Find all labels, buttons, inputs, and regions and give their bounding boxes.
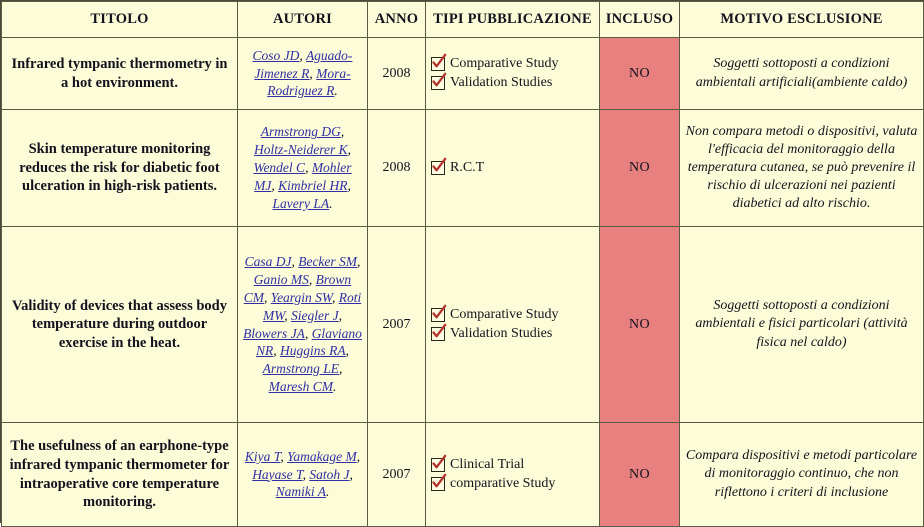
publication-type-item: Clinical Trial <box>431 454 594 475</box>
cell-exclusion-reason: Non compara metodi o dispositivi, valuta… <box>679 109 924 227</box>
checked-checkbox-icon[interactable] <box>431 454 447 473</box>
column-header-tipi: TIPI PUBBLICAZIONE <box>425 1 600 38</box>
table-row: The usefulness of an earphone-type infra… <box>1 422 924 527</box>
author-name: Becker SM <box>298 254 358 270</box>
author-name: Kimbriel HR <box>278 177 348 193</box>
publication-type-item: Comparative Study <box>431 304 594 325</box>
study-exclusion-table-sheet: TITOLO AUTORI ANNO TIPI PUBBLICAZIONE IN… <box>0 0 924 527</box>
author-name: Yeargin SW <box>270 289 332 305</box>
cell-authors: Casa DJ, Becker SM, Ganio MS, Brown CM, … <box>237 226 368 423</box>
publication-type-label: Validation Studies <box>450 74 553 90</box>
publication-type-label: R.C.T <box>450 159 485 175</box>
cell-included-status: NO <box>599 226 680 423</box>
cell-year: 2008 <box>367 109 426 227</box>
author-name: Holtz-Neiderer K <box>254 142 348 158</box>
cell-study-title: Validity of devices that assess body tem… <box>1 226 238 423</box>
author-name: Yamakage M <box>287 448 357 464</box>
publication-type-label: Comparative Study <box>450 55 559 71</box>
cell-publication-types: Comparative Study Validation Studies <box>425 37 600 110</box>
table-row: Validity of devices that assess body tem… <box>1 226 924 423</box>
table-row: Skin temperature monitoring reduces the … <box>1 109 924 227</box>
cell-year: 2008 <box>367 37 426 110</box>
author-name: Armstrong LE <box>262 361 339 377</box>
cell-study-title: The usefulness of an earphone-type infra… <box>1 422 238 527</box>
column-header-incluso: INCLUSO <box>599 1 680 38</box>
author-name: Ganio MS <box>253 272 309 288</box>
author-name: Hayase T <box>252 466 303 482</box>
author-name: Huggins RA <box>280 343 346 359</box>
column-header-autori: AUTORI <box>237 1 368 38</box>
column-header-anno: ANNO <box>367 1 426 38</box>
author-name: Siegler J <box>291 307 339 323</box>
publication-type-item: Validation Studies <box>431 72 594 93</box>
publication-type-item: Validation Studies <box>431 323 594 344</box>
column-header-titolo: TITOLO <box>1 1 238 38</box>
cell-authors: Armstrong DG, Holtz-Neiderer K, Wendel C… <box>237 109 368 227</box>
publication-type-item: Comparative Study <box>431 53 594 74</box>
publication-type-label: Comparative Study <box>450 306 559 322</box>
checked-checkbox-icon[interactable] <box>431 72 447 90</box>
cell-included-status: NO <box>599 422 680 527</box>
publication-type-label: comparative Study <box>450 475 556 491</box>
author-name: Armstrong DG <box>260 124 341 140</box>
cell-year: 2007 <box>367 226 426 423</box>
cell-exclusion-reason: Soggetti sottoposti a condizioni ambient… <box>679 37 924 110</box>
cell-included-status: NO <box>599 37 680 110</box>
author-name: Casa DJ <box>244 254 292 270</box>
cell-year: 2007 <box>367 422 426 527</box>
publication-type-item: R.C.T <box>431 157 594 178</box>
author-name: Coso JD <box>252 47 300 63</box>
cell-publication-types: R.C.T <box>425 109 600 227</box>
cell-exclusion-reason: Compara dispositivi e metodi particolare… <box>679 422 924 527</box>
publication-type-label: Validation Studies <box>450 325 553 341</box>
publication-type-label: Clinical Trial <box>450 456 525 472</box>
author-name: Satoh J <box>309 466 350 482</box>
author-name: Namiki A <box>275 484 326 500</box>
cell-exclusion-reason: Soggetti sottoposti a condizioni ambient… <box>679 226 924 423</box>
publication-type-item: comparative Study <box>431 473 594 494</box>
table-header: TITOLO AUTORI ANNO TIPI PUBBLICAZIONE IN… <box>1 1 924 38</box>
column-header-motivo: MOTIVO ESCLUSIONE <box>679 1 924 38</box>
cell-publication-types: Clinical Trial comparative Study <box>425 422 600 527</box>
checked-checkbox-icon[interactable] <box>431 53 447 72</box>
table-row: Infrared tympanic thermometry in a hot e… <box>1 37 924 110</box>
checked-checkbox-icon[interactable] <box>431 323 447 341</box>
cell-included-status: NO <box>599 109 680 227</box>
cell-study-title: Infrared tympanic thermometry in a hot e… <box>1 37 238 110</box>
author-name: Blowers JA <box>243 325 305 341</box>
table-body: Infrared tympanic thermometry in a hot e… <box>1 37 924 527</box>
checked-checkbox-icon[interactable] <box>431 473 447 491</box>
author-name: Wendel C <box>253 160 306 176</box>
checked-checkbox-icon[interactable] <box>431 157 447 175</box>
author-name: Kiya T <box>244 448 281 464</box>
table-header-row: TITOLO AUTORI ANNO TIPI PUBBLICAZIONE IN… <box>1 1 924 38</box>
cell-authors: Coso JD, Aguado-Jimenez R, Mora-Rodrigue… <box>237 37 368 110</box>
checked-checkbox-icon[interactable] <box>431 304 447 323</box>
author-name: Lavery LA <box>272 195 330 211</box>
study-exclusion-table: TITOLO AUTORI ANNO TIPI PUBBLICAZIONE IN… <box>1 1 924 527</box>
author-name: Maresh CM <box>268 378 333 394</box>
cell-study-title: Skin temperature monitoring reduces the … <box>1 109 238 227</box>
cell-authors: Kiya T, Yamakage M, Hayase T, Satoh J, N… <box>237 422 368 527</box>
cell-publication-types: Comparative Study Validation Studies <box>425 226 600 423</box>
